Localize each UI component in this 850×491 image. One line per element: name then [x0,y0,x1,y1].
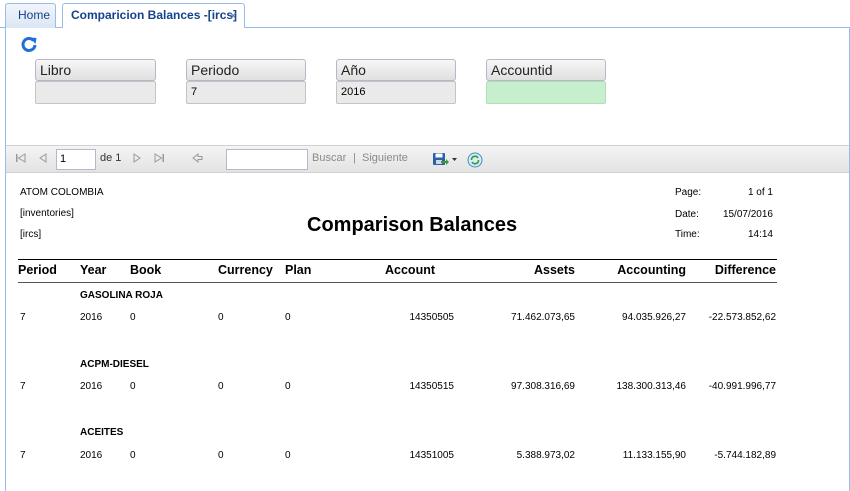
header-top-line [18,259,777,260]
cell-book: 0 [130,312,136,323]
tab-comparicion-balances[interactable]: Comparicion Balances -[ircs] × [62,3,245,29]
tab-active-label: Comparicion Balances -[ircs] [71,8,238,22]
periodo-input[interactable]: 7 [186,81,306,104]
anio-input[interactable]: 2016 [336,81,456,104]
siguiente-link[interactable]: Siguiente [362,152,408,164]
col-plan: Plan [285,263,312,277]
col-difference: Difference [714,263,776,277]
cell-difference: -22.573.852,62 [708,312,776,323]
export-save-icon[interactable] [432,152,458,166]
date-value: 15/07/2016 [722,209,773,220]
cell-currency: 0 [218,312,224,323]
cell-accounting: 11.133.155,90 [622,450,686,461]
cell-assets: 5.388.973,02 [516,450,575,461]
cell-accounting: 94.035.926,27 [622,312,686,323]
libro-label: Libro [35,59,156,81]
cell-period: 7 [20,450,26,461]
cell-period: 7 [20,381,26,392]
page-value: 1 of 1 [747,187,773,198]
cell-plan: 0 [285,381,291,392]
col-currency: Currency [218,263,273,277]
page-count-label: de 1 [100,152,122,164]
col-book: Book [130,263,162,277]
col-accounting: Accounting [617,263,686,277]
date-label: Date: [675,209,699,220]
report-company: ATOM COLOMBIA [20,187,104,198]
cell-book: 0 [130,381,136,392]
cell-account: 14351005 [409,450,455,461]
cell-difference: -40.991.996,77 [708,381,776,392]
group-title: GASOLINA ROJA [80,290,163,301]
time-value: 14:14 [747,229,773,240]
content-panel: Libro Periodo 7 Año 2016 Accountid 1 de … [5,28,850,491]
col-account: Account [385,263,435,277]
first-page-icon[interactable] [14,152,28,166]
back-icon[interactable] [190,152,204,166]
cell-currency: 0 [218,381,224,392]
app-frame: Home Comparicion Balances -[ircs] × Libr… [0,0,850,491]
cell-plan: 0 [285,450,291,461]
tab-bar: Home Comparicion Balances -[ircs] × [0,0,850,29]
report-title: Comparison Balances [307,214,518,236]
report-subtitle-1: [inventories] [20,208,74,219]
page-number-input[interactable]: 1 [56,149,96,170]
header-bottom-line [18,282,777,283]
cell-account: 14350515 [409,381,455,392]
periodo-label: Periodo [186,59,306,81]
tab-close-icon[interactable]: × [229,4,237,27]
cell-assets: 97.308.316,69 [511,381,575,392]
buscar-link[interactable]: Buscar [312,152,346,164]
cell-year: 2016 [80,450,103,461]
col-period: Period [18,263,57,277]
anio-label: Año [336,59,456,81]
search-input[interactable] [226,149,308,170]
prev-page-icon[interactable] [36,152,50,166]
cell-year: 2016 [80,381,103,392]
toolbar-separator: | [353,152,356,164]
last-page-icon[interactable] [152,152,166,166]
next-page-icon[interactable] [130,152,144,166]
cell-plan: 0 [285,312,291,323]
cell-period: 7 [20,312,26,323]
col-year: Year [80,263,107,277]
tab-home-label: Home [18,8,51,22]
refresh-icon[interactable] [20,36,38,54]
libro-input[interactable] [35,81,156,104]
accountid-label: Accountid [486,59,606,81]
group-title: ACPM-DIESEL [80,359,149,370]
refresh-report-icon[interactable] [467,152,483,168]
cell-year: 2016 [80,312,103,323]
cell-currency: 0 [218,450,224,461]
cell-book: 0 [130,450,136,461]
accountid-input[interactable] [486,81,606,104]
tab-home[interactable]: Home [5,3,56,28]
col-assets: Assets [534,263,575,277]
time-label: Time: [675,229,700,240]
report-subtitle-2: [ircs] [20,229,42,240]
cell-account: 14350505 [409,312,455,323]
cell-difference: -5.744.182,89 [714,450,776,461]
page-label: Page: [675,187,702,198]
group-title: ACEITES [80,427,124,438]
report-toolbar: 1 de 1 Buscar | Siguiente [6,145,849,173]
cell-assets: 71.462.073,65 [511,312,575,323]
cell-accounting: 138.300.313,46 [616,381,686,392]
